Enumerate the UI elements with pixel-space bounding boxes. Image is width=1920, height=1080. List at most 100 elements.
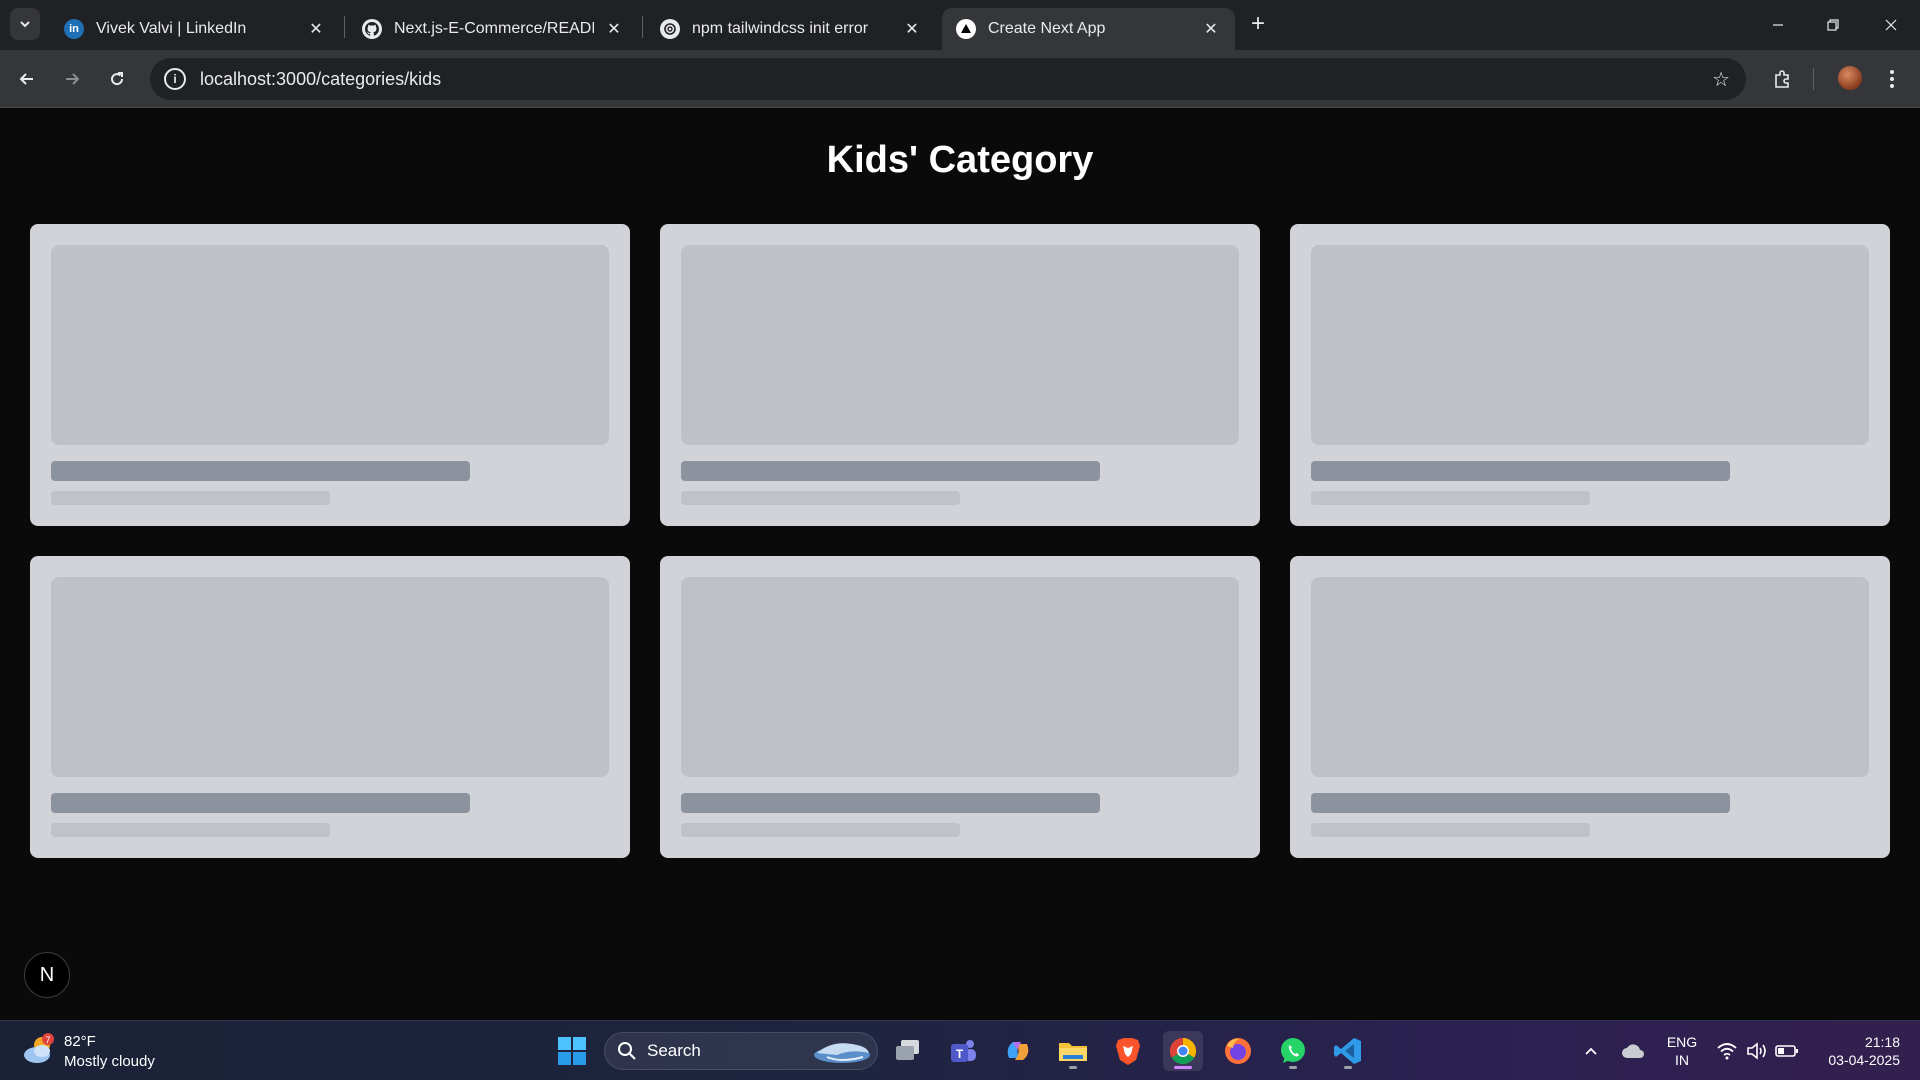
skeleton-image	[51, 577, 609, 777]
taskbar-app-firefox[interactable]	[1218, 1031, 1258, 1071]
onedrive-tray-button[interactable]	[1615, 1031, 1651, 1071]
nextjs-dev-indicator[interactable]: N	[24, 952, 70, 998]
new-tab-button[interactable]: +	[1246, 12, 1270, 36]
taskbar-search[interactable]: Search	[604, 1032, 878, 1070]
minimize-button[interactable]	[1763, 10, 1793, 40]
tab-separator	[344, 16, 345, 38]
puzzle-icon	[1775, 70, 1789, 88]
tab-linkedin[interactable]: in Vivek Valvi | LinkedIn ✕	[50, 8, 340, 50]
skeleton-card	[660, 556, 1260, 858]
skeleton-subtitle	[1311, 823, 1590, 837]
close-icon[interactable]: ✕	[306, 19, 326, 39]
chevron-down-icon	[20, 21, 30, 28]
cloud-icon	[1622, 1044, 1644, 1058]
taskbar-app-vscode[interactable]	[1328, 1031, 1368, 1071]
arrow-left-icon	[19, 73, 33, 85]
arrow-right-icon	[66, 73, 80, 85]
weather-badge: 7	[45, 1035, 50, 1045]
profile-avatar[interactable]	[1838, 66, 1862, 90]
skeleton-card	[1290, 224, 1890, 526]
taskbar-app-task-view[interactable]	[888, 1031, 928, 1071]
app-running-indicator	[1069, 1066, 1077, 1069]
system-clock[interactable]: 21:18 03-04-2025	[1810, 1033, 1900, 1069]
vscode-icon	[1334, 1038, 1361, 1064]
wifi-icon	[1717, 1043, 1737, 1060]
tab-separator	[642, 16, 643, 38]
tab-title: Create Next App	[988, 20, 1106, 37]
weather-cloudy-icon[interactable]: 7	[22, 1033, 56, 1067]
close-icon[interactable]: ✕	[604, 19, 624, 39]
taskbar-app-teams[interactable]: T	[943, 1031, 983, 1071]
wifi-tray-button[interactable]	[1712, 1031, 1742, 1071]
skeleton-card	[30, 224, 630, 526]
reload-icon	[111, 72, 124, 86]
skeleton-title	[1311, 793, 1730, 813]
clock-date: 03-04-2025	[1828, 1052, 1900, 1068]
skeleton-card	[1290, 556, 1890, 858]
start-button[interactable]	[552, 1031, 592, 1071]
tab-create-next-app[interactable]: Create Next App ✕	[942, 8, 1235, 50]
clock-time: 21:18	[1864, 1034, 1900, 1050]
more-vertical-icon	[1890, 70, 1894, 88]
firefox-icon	[1225, 1038, 1251, 1064]
taskbar-app-whatsapp[interactable]	[1273, 1031, 1313, 1071]
battery-icon	[1775, 1045, 1798, 1057]
region-code: IN	[1675, 1052, 1689, 1068]
skeleton-subtitle	[681, 823, 960, 837]
skeleton-title	[681, 461, 1100, 481]
product-grid	[30, 224, 1890, 858]
search-icon	[618, 1042, 636, 1060]
taskbar-app-copilot[interactable]	[998, 1031, 1038, 1071]
language-indicator[interactable]: ENG IN	[1662, 1033, 1702, 1069]
battery-tray-button[interactable]	[1772, 1031, 1802, 1071]
skeleton-subtitle	[51, 491, 330, 505]
skeleton-subtitle	[1311, 491, 1590, 505]
skeleton-card	[660, 224, 1260, 526]
brave-lion-icon	[1116, 1038, 1140, 1065]
tab-title: npm tailwindcss init error	[692, 20, 869, 37]
taskbar-app-file-explorer[interactable]	[1053, 1031, 1093, 1071]
skeleton-image	[51, 245, 609, 445]
back-button[interactable]	[12, 64, 42, 94]
tab-search-button[interactable]	[10, 8, 40, 40]
app-active-indicator	[1174, 1066, 1192, 1069]
taskbar-app-brave[interactable]	[1108, 1031, 1148, 1071]
forward-button[interactable]	[57, 64, 87, 94]
skeleton-title	[51, 793, 470, 813]
taskbar-app-chrome[interactable]	[1163, 1031, 1203, 1071]
tab-title: Vivek Valvi | LinkedIn	[96, 20, 247, 37]
skeleton-title	[51, 461, 470, 481]
github-icon	[362, 19, 382, 39]
close-window-button[interactable]	[1876, 10, 1906, 40]
close-icon	[1885, 19, 1897, 31]
site-info-icon[interactable]: i	[164, 68, 186, 90]
teams-icon: T	[951, 1040, 976, 1062]
restore-button[interactable]	[1818, 10, 1848, 40]
search-highlight-icon	[814, 1043, 870, 1063]
close-icon[interactable]: ✕	[1201, 19, 1221, 39]
weather-temp[interactable]: 82°F	[64, 1033, 96, 1050]
skeleton-image	[681, 245, 1239, 445]
chatgpt-icon	[660, 19, 680, 39]
menu-button[interactable]	[1877, 64, 1907, 94]
reload-button[interactable]	[102, 64, 132, 94]
app-running-indicator	[1289, 1066, 1297, 1069]
page-content: Kids' Category	[0, 109, 1920, 1020]
browser-toolbar: i localhost:3000/categories/kids ☆	[0, 50, 1920, 108]
bookmark-star-icon[interactable]: ☆	[1712, 67, 1730, 92]
toolbar-divider	[1813, 68, 1814, 90]
show-hidden-icons-button[interactable]	[1573, 1031, 1609, 1071]
close-icon[interactable]: ✕	[902, 19, 922, 39]
tab-github[interactable]: Next.js-E-Commerce/README.md ✕	[348, 8, 638, 50]
skeleton-image	[1311, 577, 1869, 777]
address-bar[interactable]: i localhost:3000/categories/kids ☆	[150, 58, 1746, 100]
extensions-button[interactable]	[1767, 64, 1797, 94]
volume-tray-button[interactable]	[1742, 1031, 1772, 1071]
nextjs-icon	[956, 19, 976, 39]
url-text[interactable]: localhost:3000/categories/kids	[200, 69, 441, 90]
language-code: ENG	[1666, 1034, 1698, 1050]
task-view-icon	[896, 1040, 919, 1060]
chevron-up-icon	[1585, 1047, 1597, 1055]
weather-desc[interactable]: Mostly cloudy	[64, 1053, 155, 1070]
tab-chatgpt[interactable]: npm tailwindcss init error ✕	[646, 8, 936, 50]
